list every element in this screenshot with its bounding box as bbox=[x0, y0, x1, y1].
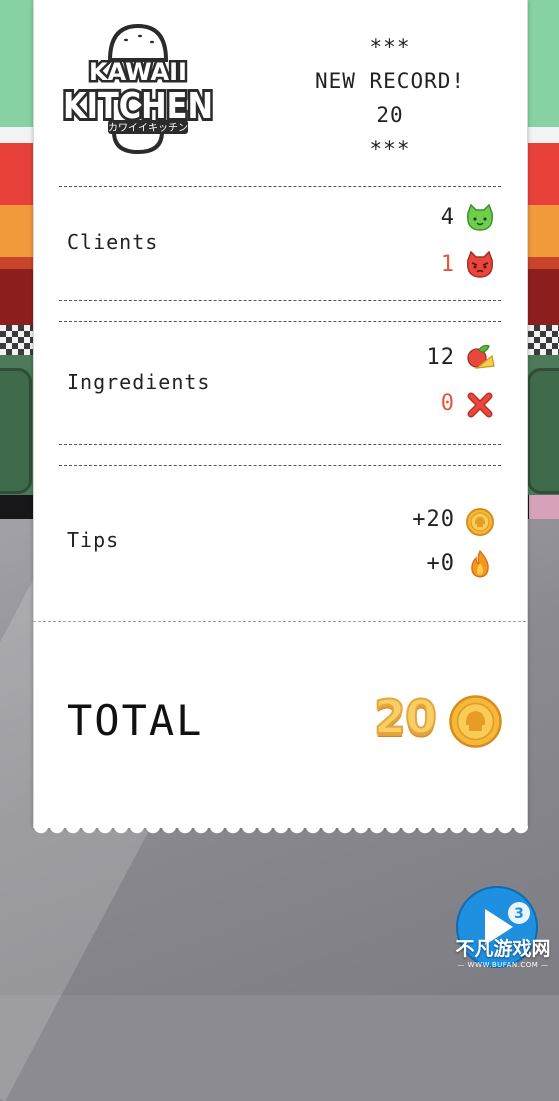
kawaii-kitchen-logo: KAWAII KITCHEN カワイイキッチン bbox=[60, 23, 216, 155]
angry-cat-icon bbox=[467, 250, 493, 278]
ingredients-label: Ingredients bbox=[67, 370, 211, 394]
logo-katakana: カワイイキッチン bbox=[108, 122, 188, 134]
logo-word-kawaii: KAWAII bbox=[89, 58, 187, 86]
red-x-icon bbox=[467, 392, 493, 418]
coin-icon bbox=[449, 695, 502, 748]
ingredients-wasted-count: 0 bbox=[440, 391, 455, 416]
clients-happy-count: 4 bbox=[440, 205, 455, 230]
divider bbox=[59, 186, 501, 187]
vegetables-icon bbox=[467, 344, 495, 369]
scene-counter-panel-right bbox=[527, 368, 559, 494]
tips-coins-value: +20 bbox=[412, 507, 455, 532]
record-stars-top: *** bbox=[369, 35, 411, 59]
scene-counter-panel-left bbox=[0, 368, 32, 494]
tips-label: Tips bbox=[67, 528, 120, 552]
divider bbox=[59, 321, 501, 322]
divider-total bbox=[33, 621, 526, 622]
scene-pink-block bbox=[529, 495, 559, 519]
coin-icon bbox=[466, 508, 494, 536]
divider bbox=[59, 465, 501, 466]
record-title: NEW RECORD! bbox=[314, 69, 466, 93]
clients-label: Clients bbox=[67, 230, 159, 254]
watermark-badge: 3 bbox=[514, 906, 524, 922]
happy-cat-icon bbox=[467, 203, 493, 231]
clients-angry-count: 1 bbox=[440, 252, 455, 277]
record-value: 20 bbox=[376, 103, 404, 127]
watermark-text: 不凡游戏网 bbox=[455, 938, 551, 960]
record-stars-bottom: *** bbox=[369, 137, 411, 161]
tips-fire-value: +0 bbox=[426, 551, 455, 576]
total-value: 20 bbox=[373, 689, 438, 745]
receipt-torn-edge bbox=[33, 826, 528, 838]
watermark-subtext: — WWW.BUFAN.COM — bbox=[457, 961, 549, 969]
new-record-block: *** NEW RECORD! 20 *** bbox=[275, 30, 505, 166]
total-label: TOTAL bbox=[67, 696, 204, 745]
divider bbox=[59, 300, 501, 301]
fire-icon bbox=[471, 549, 489, 578]
ingredients-used-count: 12 bbox=[426, 345, 455, 370]
divider bbox=[59, 444, 501, 445]
